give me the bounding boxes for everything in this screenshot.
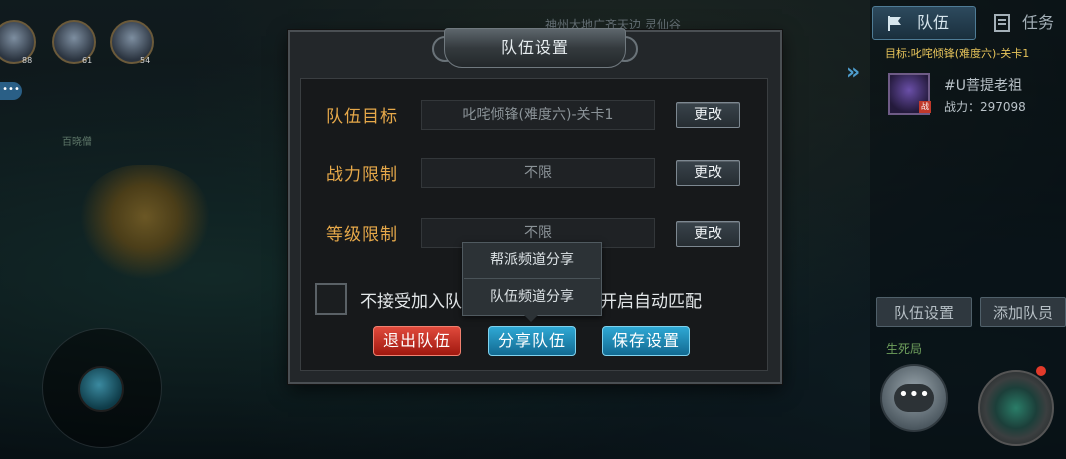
life-death-label: 生死局: [886, 342, 923, 356]
power-limit-value: 不限: [421, 158, 655, 188]
member-role-badge: 战: [919, 101, 931, 113]
expand-panel-icon[interactable]: »: [846, 60, 860, 85]
party-avatar-1-level: 88: [22, 56, 33, 65]
checkbox-label-right: 开启自动匹配: [600, 292, 702, 312]
joystick-icon[interactable]: [78, 366, 124, 412]
party-avatar-3-level: 54: [140, 56, 151, 65]
team-goal-label: 队伍目标: [326, 107, 398, 127]
team-goal-value: 叱咤倾锋(难度六)-关卡1: [421, 100, 655, 130]
tab-team-label: 队伍: [917, 13, 950, 32]
team-settings-button[interactable]: 队伍设置: [876, 297, 972, 327]
quit-team-button[interactable]: 退出队伍: [373, 326, 461, 356]
more-dots-icon[interactable]: •••: [0, 82, 22, 100]
task-icon: [994, 14, 1010, 32]
auto-match-checkbox[interactable]: [315, 283, 347, 315]
save-settings-button[interactable]: 保存设置: [602, 326, 690, 356]
tab-task-label: 任务: [1022, 13, 1055, 32]
change-goal-button[interactable]: 更改: [676, 102, 740, 128]
member-name: #U菩提老祖: [944, 78, 1022, 94]
checkbox-label-left: 不接受加入队: [360, 292, 462, 312]
share-menu-pointer: [524, 315, 538, 322]
flag-icon: [888, 16, 901, 31]
share-team-channel-item[interactable]: 队伍频道分享: [462, 279, 602, 315]
change-power-button[interactable]: 更改: [676, 160, 740, 186]
change-level-button[interactable]: 更改: [676, 221, 740, 247]
share-team-button[interactable]: 分享队伍: [488, 326, 576, 356]
team-goal-text: 目标:叱咤倾锋(难度六)-关卡1: [885, 47, 1030, 60]
add-member-button[interactable]: 添加队员: [980, 297, 1066, 327]
level-limit-label: 等级限制: [326, 225, 398, 245]
notification-dot: [1036, 366, 1046, 376]
power-limit-label: 战力限制: [326, 165, 398, 185]
chat-bubble-icon: •••: [894, 384, 934, 412]
share-guild-channel-item[interactable]: 帮派频道分享: [462, 242, 602, 278]
member-power: 战力：297098: [944, 100, 1026, 114]
party-avatar-2-level: 61: [82, 56, 93, 65]
skill-icon[interactable]: [978, 370, 1054, 446]
dialog-title: 队伍设置: [500, 38, 569, 57]
